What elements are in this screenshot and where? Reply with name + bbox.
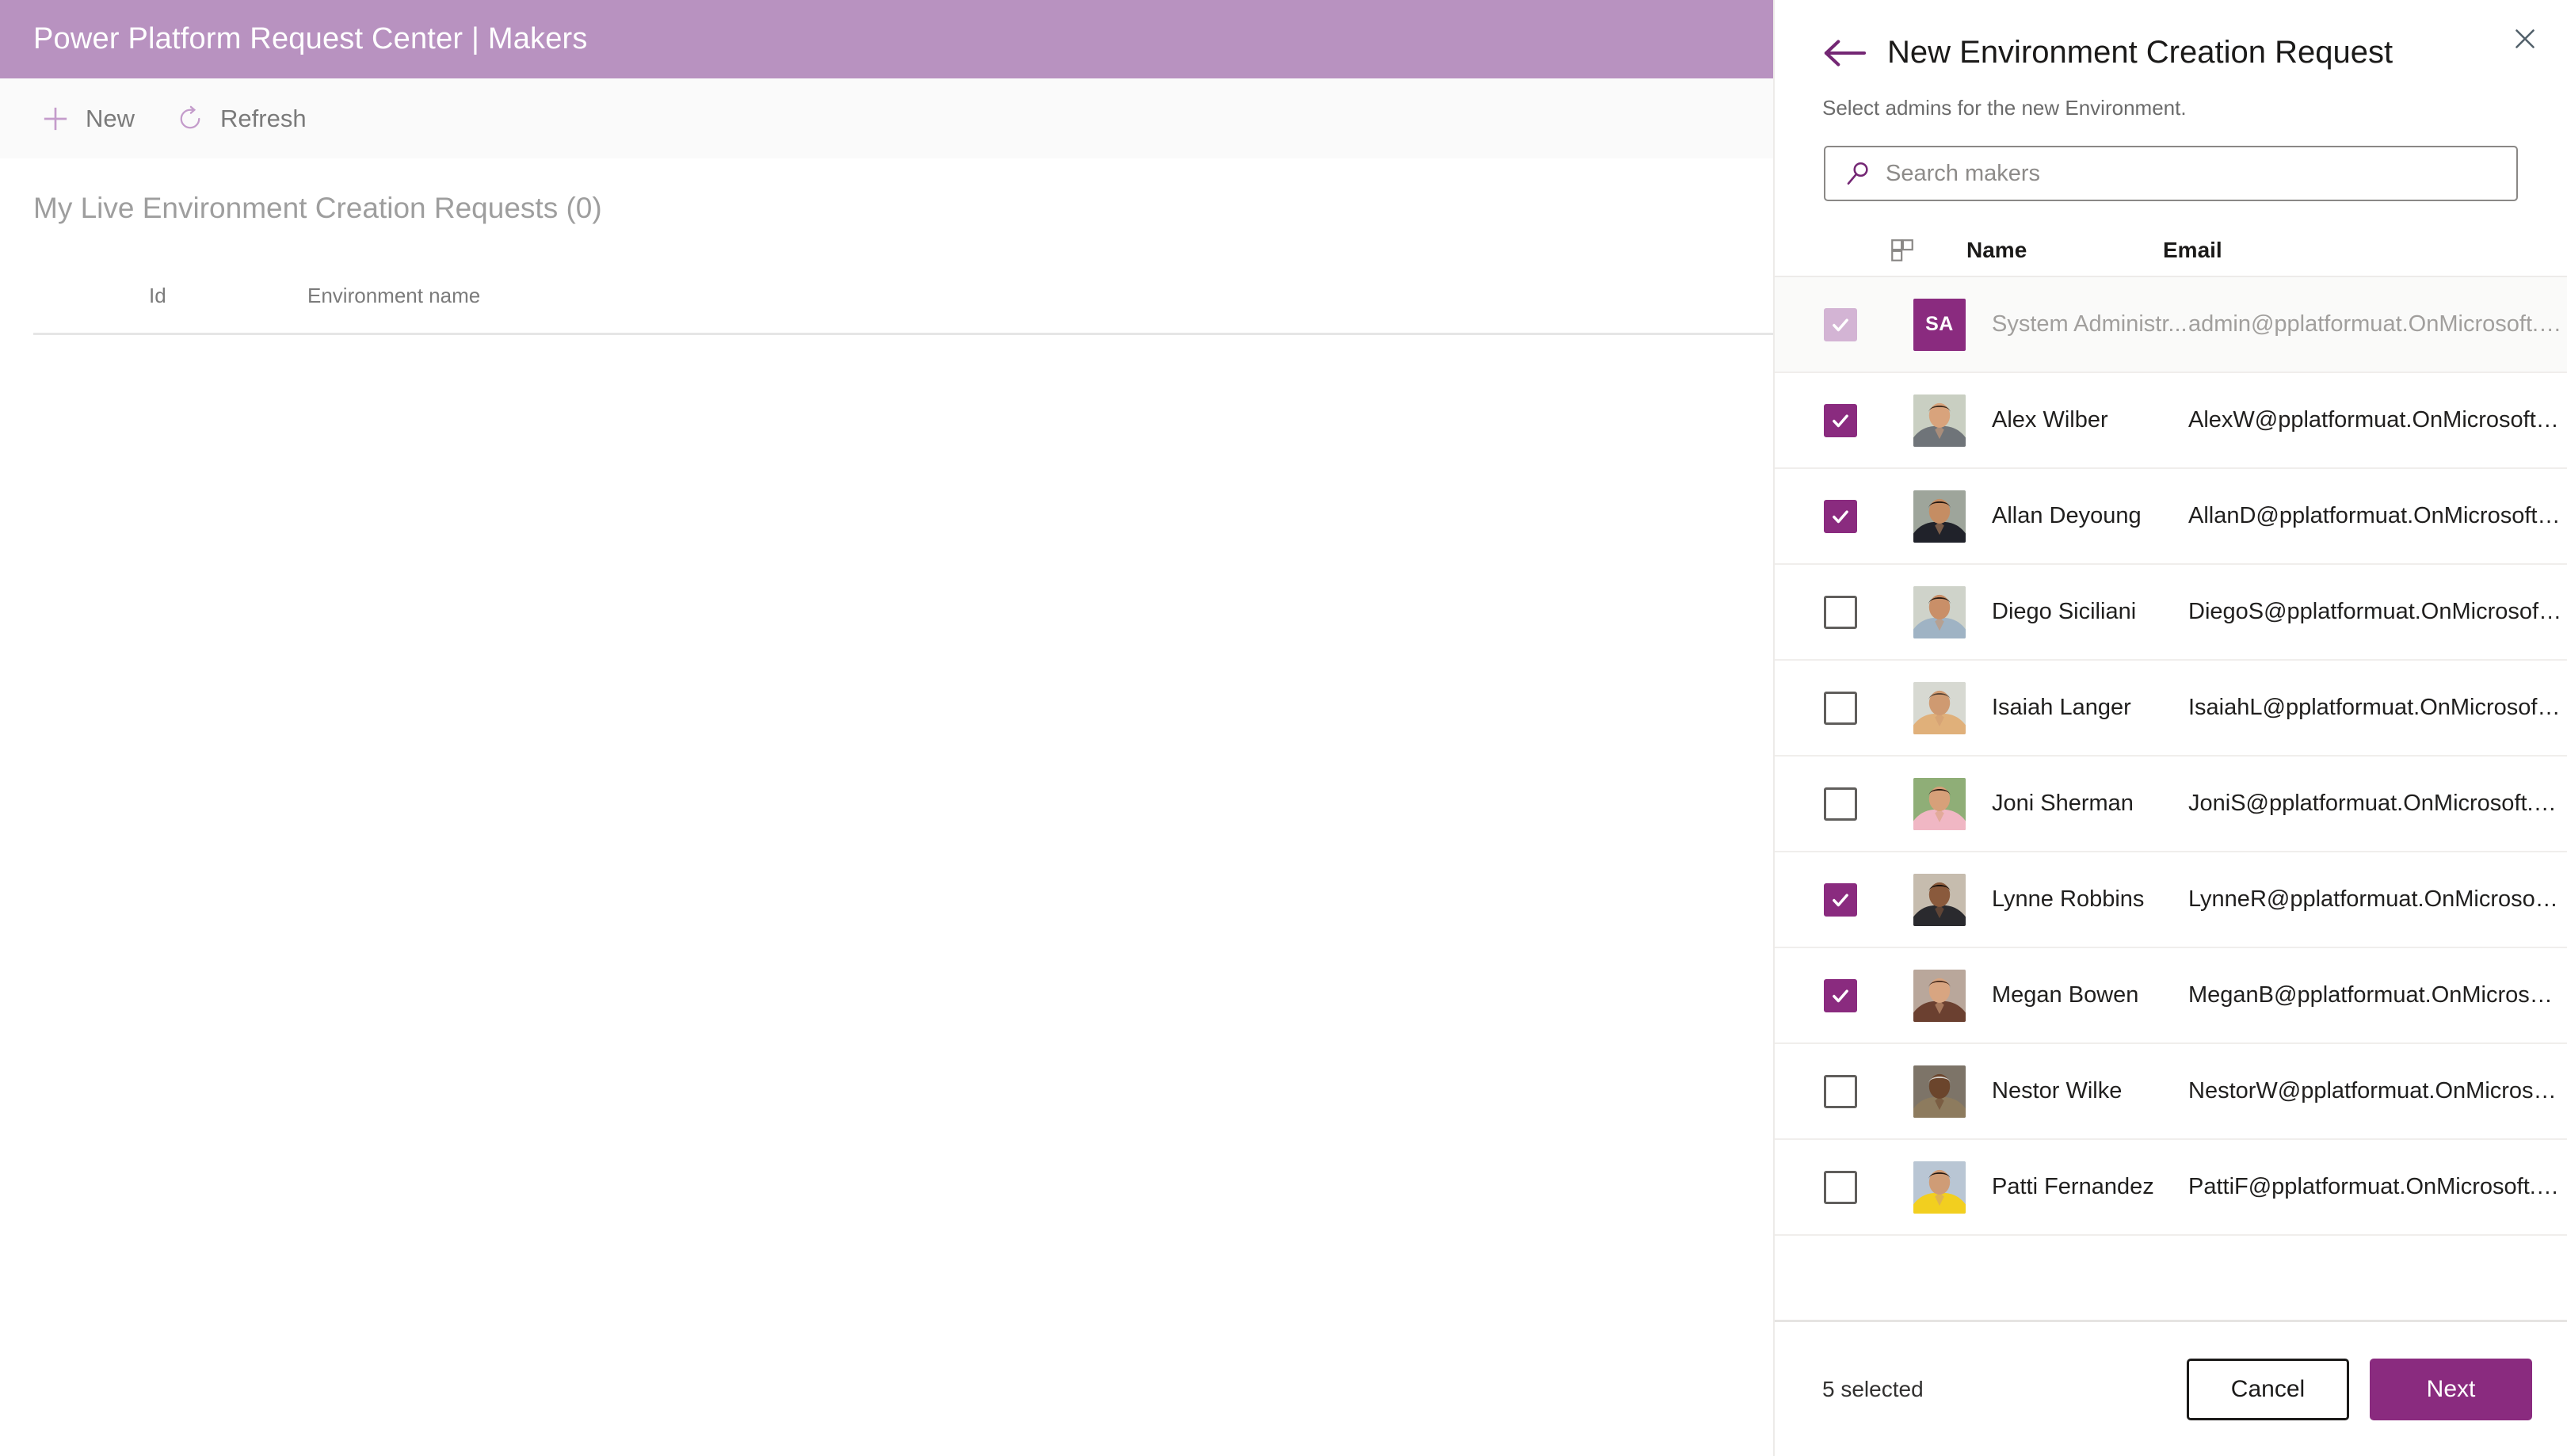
refresh-button[interactable]: Refresh [173, 101, 307, 136]
maker-name: System Administr... [1992, 311, 2187, 337]
panel-title-row: New Environment Creation Request [1775, 0, 2567, 71]
avatar-cell [1911, 1065, 1968, 1118]
search-box[interactable] [1824, 146, 2518, 201]
maker-row[interactable]: Joni Sherman JoniS@pplatformuat.OnMicroso… [1775, 757, 2567, 852]
avatar [1913, 490, 1966, 543]
panel-subtitle: Select admins for the new Environment. [1822, 96, 2187, 120]
avatar [1913, 1161, 1966, 1214]
maker-name: Lynne Robbins [1992, 886, 2145, 912]
avatar-cell [1911, 777, 1968, 830]
requests-grid-header: Id Environment name [0, 284, 1775, 335]
row-checkbox[interactable] [1824, 978, 1857, 1012]
avatar [1913, 681, 1966, 734]
maker-row[interactable]: Allan Deyoung AllanD@pplatformuat.OnMicro… [1775, 469, 2567, 565]
maker-name: Diego Siciliani [1992, 599, 2137, 624]
maker-name: Patti Fernandez [1992, 1174, 2154, 1199]
avatar-cell [1911, 969, 1968, 1022]
row-checkbox[interactable] [1824, 882, 1857, 917]
maker-email: LynneR@pplatformuat.OnMicrosoft.c... [2188, 886, 2567, 912]
avatar-cell [1911, 681, 1968, 734]
maker-email: AlexW@pplatformuat.OnMicrosoft.c... [2188, 407, 2567, 433]
row-checkbox[interactable] [1824, 499, 1857, 533]
maker-row[interactable]: Nestor Wilke NestorW@pplatformuat.OnMicro… [1775, 1044, 2567, 1140]
cancel-button[interactable]: Cancel [2187, 1358, 2349, 1420]
command-bar: New Refresh [0, 78, 1775, 158]
avatar [1913, 394, 1966, 447]
avatar-cell [1911, 1161, 1968, 1214]
maker-email: MeganB@pplatformuat.OnMicrosoft.... [2188, 982, 2567, 1008]
panel-header: New Environment Creation Request Select … [1775, 0, 2567, 120]
maker-name: Nestor Wilke [1992, 1078, 2123, 1103]
makers-list-header: Name Email [1775, 225, 2567, 277]
select-all-grid-icon[interactable] [1889, 237, 1943, 264]
row-checkbox[interactable] [1824, 595, 1857, 629]
column-header-environment-name[interactable]: Environment name [307, 284, 480, 308]
maker-email: DiegoS@pplatformuat.OnMicrosoft.c... [2188, 599, 2567, 624]
avatar-cell [1911, 490, 1968, 543]
grid-header-divider [33, 333, 1775, 335]
row-checkbox[interactable] [1824, 1170, 1857, 1204]
row-checkbox[interactable] [1824, 787, 1857, 821]
avatar [1913, 969, 1966, 1022]
maker-row[interactable]: Diego Siciliani DiegoS@pplatformuat.OnMic… [1775, 565, 2567, 661]
maker-email: JoniS@pplatformuat.OnMicrosoft.com [2188, 791, 2567, 816]
maker-name: Allan Deyoung [1992, 503, 2142, 528]
maker-name: Isaiah Langer [1992, 695, 2131, 720]
column-header-id[interactable]: Id [149, 284, 166, 308]
panel-title: New Environment Creation Request [1887, 35, 2393, 70]
avatar [1913, 585, 1966, 638]
maker-row[interactable]: Alex Wilber AlexW@pplatformuat.OnMicrosof… [1775, 373, 2567, 469]
back-arrow-icon[interactable] [1822, 36, 1867, 71]
search-container [1775, 120, 2567, 201]
new-button[interactable]: New [38, 101, 135, 136]
refresh-button-label: Refresh [220, 104, 307, 132]
plus-icon [38, 101, 73, 136]
list-title: My Live Environment Creation Requests (0… [33, 192, 602, 224]
maker-row[interactable]: Megan Bowen MeganB@pplatformuat.OnMicroso… [1775, 948, 2567, 1044]
avatar-cell [1911, 873, 1968, 926]
avatar: SA [1913, 298, 1966, 351]
panel-footer: 5 selected Cancel Next [1775, 1320, 2567, 1456]
row-checkbox [1824, 307, 1857, 341]
maker-row[interactable]: Lynne Robbins LynneR@pplatformuat.OnMicro… [1775, 852, 2567, 948]
avatar [1913, 1065, 1966, 1118]
makers-list: SA System Administr... admin@pplatformuat.… [1775, 277, 2567, 1320]
avatar [1913, 777, 1966, 830]
avatar-cell [1911, 394, 1968, 447]
new-button-label: New [86, 104, 135, 132]
maker-email: PattiF@pplatformuat.OnMicrosoft.com [2188, 1174, 2567, 1199]
selected-count: 5 selected [1822, 1376, 1924, 1401]
new-environment-request-panel: New Environment Creation Request Select … [1773, 0, 2567, 1456]
row-checkbox[interactable] [1824, 691, 1857, 725]
page-title: Power Platform Request Center | Makers [33, 22, 588, 55]
maker-email: admin@pplatformuat.OnMicrosoft.co... [2188, 311, 2567, 337]
maker-name: Joni Sherman [1992, 791, 2134, 816]
search-icon [1841, 157, 1875, 190]
maker-name: Megan Bowen [1992, 982, 2139, 1008]
row-checkbox[interactable] [1824, 403, 1857, 437]
column-header-email[interactable]: Email [2163, 238, 2567, 263]
avatar-cell [1911, 585, 1968, 638]
maker-email: NestorW@pplatformuat.OnMicrosoft... [2188, 1078, 2567, 1103]
avatar-cell: SA [1911, 298, 1968, 351]
maker-row[interactable]: Patti Fernandez PattiF@pplatformuat.OnMic… [1775, 1140, 2567, 1236]
next-button[interactable]: Next [2370, 1358, 2532, 1420]
avatar [1913, 873, 1966, 926]
maker-name: Alex Wilber [1992, 407, 2108, 433]
refresh-icon [173, 101, 208, 136]
maker-email: AllanD@pplatformuat.OnMicrosoft.c... [2188, 503, 2567, 528]
search-input[interactable] [1884, 147, 2500, 200]
row-checkbox[interactable] [1824, 1074, 1857, 1108]
column-header-name[interactable]: Name [1966, 238, 2163, 263]
main-content: My Live Environment Creation Requests (0… [0, 158, 1775, 1456]
maker-row: SA System Administr... admin@pplatformuat.… [1775, 277, 2567, 373]
close-icon[interactable] [2500, 14, 2550, 63]
maker-email: IsaiahL@pplatformuat.OnMicrosoft.c... [2188, 695, 2567, 720]
app-header: Power Platform Request Center | Makers [0, 0, 1775, 78]
maker-row[interactable]: Isaiah Langer IsaiahL@pplatformuat.OnMicr… [1775, 661, 2567, 757]
